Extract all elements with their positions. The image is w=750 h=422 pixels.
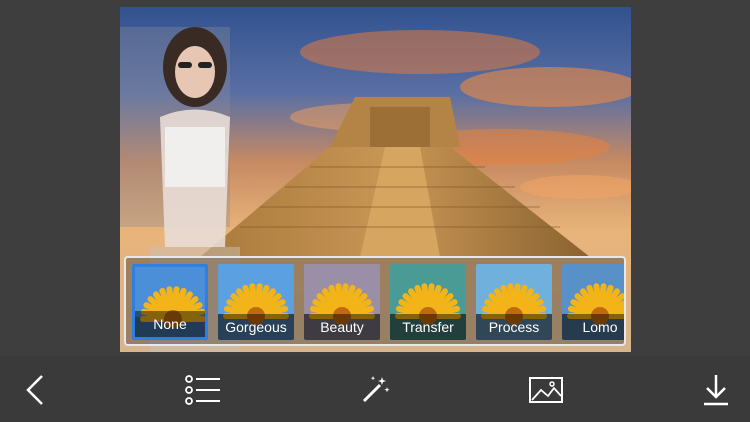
filter-strip[interactable]: None Gorgeous Beauty Transfer Process Lomo	[124, 256, 626, 346]
back-button[interactable]	[12, 368, 56, 412]
image-icon	[529, 377, 563, 403]
filter-label: Process	[476, 314, 552, 340]
list-icon	[185, 375, 220, 405]
list-button[interactable]	[181, 368, 225, 412]
filter-item[interactable]: Gorgeous	[218, 264, 294, 340]
download-icon	[704, 375, 728, 406]
filter-item[interactable]: Lomo	[562, 264, 624, 340]
magic-wand-icon	[362, 376, 390, 403]
filter-item[interactable]: None	[132, 264, 208, 340]
filter-label: None	[135, 311, 205, 337]
filter-item[interactable]: Process	[476, 264, 552, 340]
download-button[interactable]	[694, 368, 738, 412]
filter-item[interactable]: Transfer	[390, 264, 466, 340]
bottom-toolbar	[0, 356, 750, 422]
filter-label: Transfer	[390, 314, 466, 340]
filter-label: Lomo	[562, 314, 624, 340]
chevron-left-icon	[26, 375, 43, 405]
magic-wand-button[interactable]	[353, 368, 397, 412]
filter-label: Beauty	[304, 314, 380, 340]
filter-item[interactable]: Beauty	[304, 264, 380, 340]
filter-label: Gorgeous	[218, 314, 294, 340]
image-button[interactable]	[524, 368, 568, 412]
